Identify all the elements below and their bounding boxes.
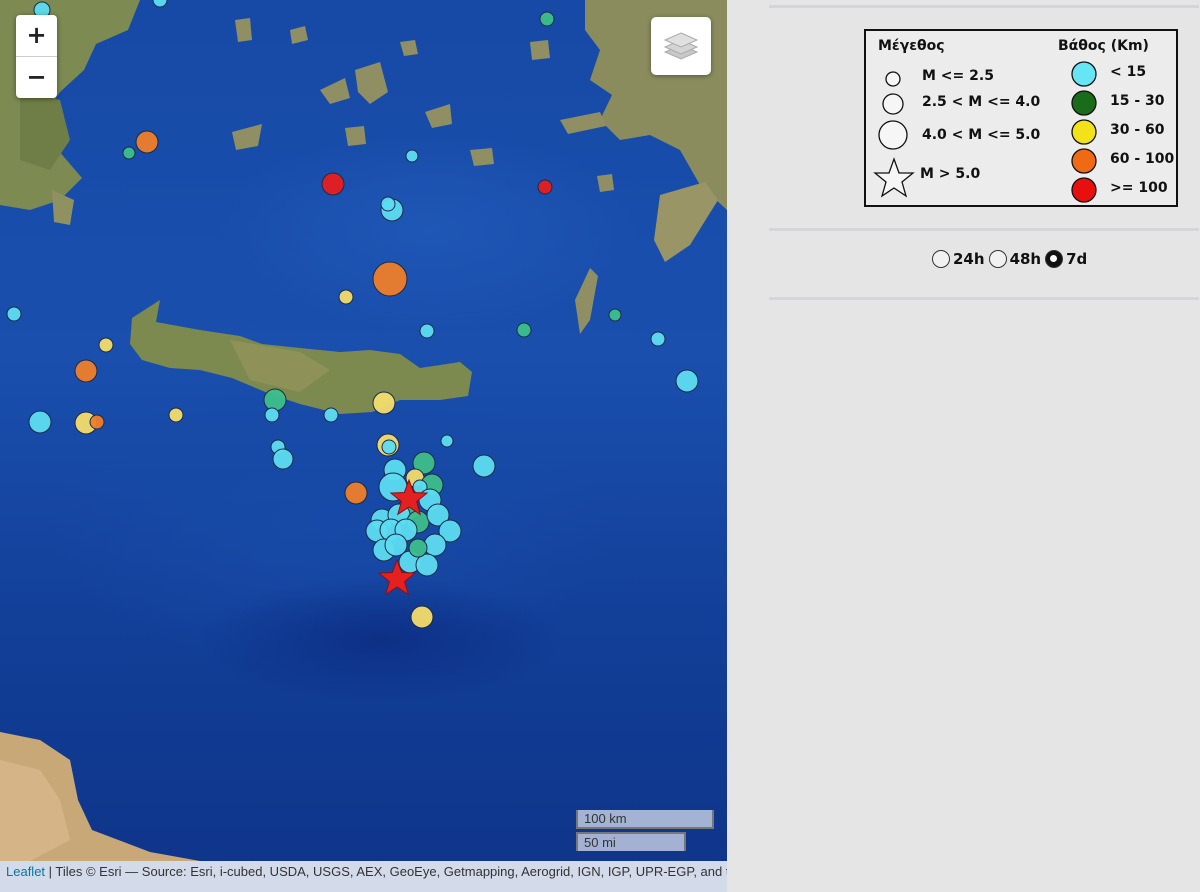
magnitude-star-icon [873,157,915,198]
divider [769,228,1199,231]
legend: Μέγεθος Βάθος (Km) M <= 2.5 2.5 < M <= 4… [864,29,1178,207]
depth-color-swatch [1071,119,1097,145]
earthquake-marker[interactable] [28,410,52,434]
earthquake-marker[interactable] [338,289,354,305]
divider [769,5,1199,8]
earthquake-marker[interactable] [168,407,184,423]
legend-magnitude-1: M <= 2.5 [922,68,994,84]
scale-bar-km: 100 km [576,810,714,829]
period-radio-24h[interactable] [932,250,950,268]
earthquake-marker[interactable] [440,434,454,448]
map[interactable]: + − 100 km 50 mi Leaflet | Tiles © Esri … [0,0,727,892]
earthquake-marker[interactable] [516,322,532,338]
earthquake-marker[interactable] [472,454,496,478]
earthquake-marker[interactable] [122,146,136,160]
earthquake-marker[interactable] [539,11,555,27]
period-label-7d: 7d [1066,250,1088,268]
legend-magnitude-4: M > 5.0 [920,166,981,182]
period-option-7d[interactable]: 7d [1045,250,1087,268]
zoom-control: + − [16,15,57,98]
earthquake-marker[interactable] [344,481,368,505]
legend-depth-label: < 15 [1110,64,1147,80]
period-label-24h: 24h [953,250,985,268]
legend-depth-label: 15 - 30 [1110,93,1165,109]
legend-depth-label: >= 100 [1110,180,1168,196]
earthquake-marker[interactable] [74,359,98,383]
period-option-24h[interactable]: 24h [932,250,985,268]
earthquake-marker[interactable] [419,323,435,339]
earthquake-marker[interactable] [408,538,428,558]
legend-magnitude-title: Μέγεθος [878,38,945,54]
depth-color-swatch [1071,177,1097,203]
legend-depth-label: 60 - 100 [1110,151,1175,167]
earthquake-marker[interactable] [152,0,168,8]
legend-magnitude-3: 4.0 < M <= 5.0 [922,127,1041,143]
map-attribution: Leaflet | Tiles © Esri — Source: Esri, i… [0,861,727,892]
earthquake-marker[interactable] [537,179,553,195]
zoom-out-button[interactable]: − [16,56,57,98]
earthquake-marker[interactable] [135,130,159,154]
legend-depth-title: Βάθος (Km) [1058,38,1149,54]
layers-icon [663,32,699,60]
attribution-text: | Tiles © Esri — Source: Esri, i-cubed, … [48,864,727,879]
earthquake-marker[interactable] [89,414,105,430]
earthquake-marker[interactable] [372,391,396,415]
depth-color-swatch [1071,148,1097,174]
period-label-48h: 48h [1009,250,1042,268]
earthquake-marker[interactable] [650,331,666,347]
earthquake-markers [6,0,699,629]
earthquake-marker[interactable] [423,533,447,557]
layers-control-button[interactable] [651,17,711,75]
side-panel: Μέγεθος Βάθος (Km) M <= 2.5 2.5 < M <= 4… [727,0,1200,892]
earthquake-marker[interactable] [405,149,419,163]
earthquake-marker[interactable] [321,172,345,196]
leaflet-link[interactable]: Leaflet [6,864,45,879]
earthquake-marker[interactable] [608,308,622,322]
period-radio-7d[interactable] [1045,250,1064,268]
magnitude-large-circle-icon [878,120,908,150]
earthquake-marker[interactable] [98,337,114,353]
period-option-48h[interactable]: 48h [988,250,1042,268]
earthquake-marker[interactable] [323,407,339,423]
earthquake-marker[interactable] [380,196,396,212]
magnitude-medium-circle-icon [882,93,904,115]
earthquake-marker[interactable] [381,439,397,455]
scale-bar-mi: 50 mi [576,832,686,851]
period-radio-48h[interactable] [988,250,1007,268]
earthquake-marker[interactable] [272,448,294,470]
earthquake-marker[interactable] [6,306,22,322]
divider [769,297,1199,300]
time-period-selector: 24h 48h 7d [932,250,1091,268]
magnitude-small-circle-icon [885,71,901,87]
earthquake-marker[interactable] [263,388,287,412]
depth-color-swatch [1071,61,1097,87]
earthquake-marker[interactable] [372,261,408,297]
earthquake-marker[interactable] [264,407,280,423]
earthquake-marker[interactable] [410,605,434,629]
depth-color-swatch [1071,90,1097,116]
zoom-in-button[interactable]: + [16,15,57,56]
legend-magnitude-2: 2.5 < M <= 4.0 [922,94,1041,110]
earthquake-marker[interactable] [675,369,699,393]
legend-depth-label: 30 - 60 [1110,122,1165,138]
